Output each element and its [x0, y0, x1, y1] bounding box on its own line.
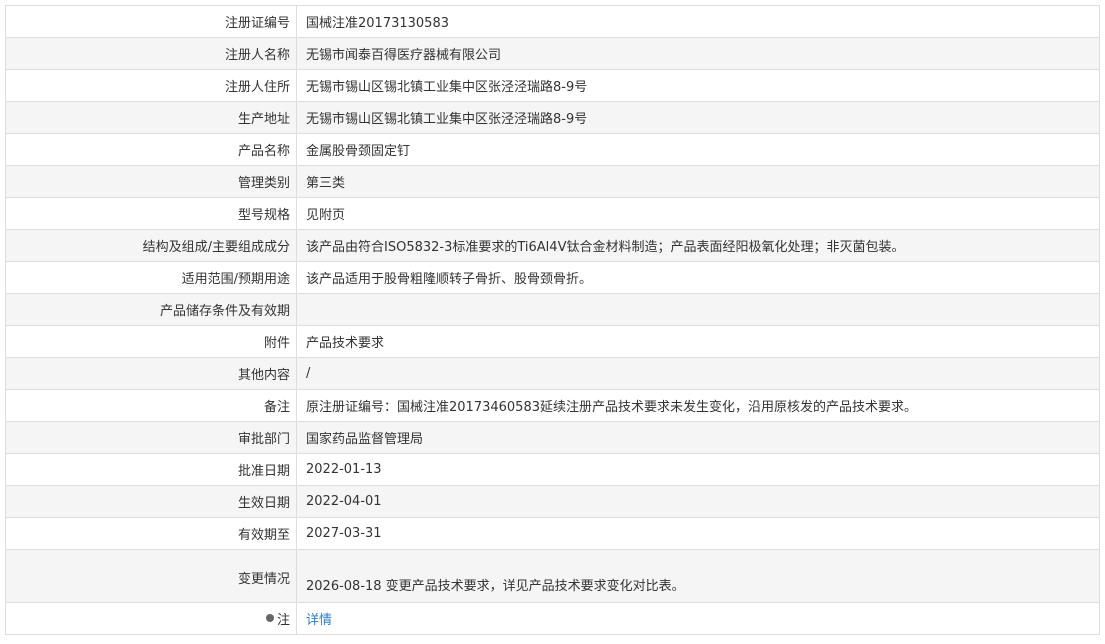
- label-note: 注: [6, 603, 297, 634]
- note-label: 注: [276, 613, 290, 628]
- label-registrant-address: 注册人住所: [6, 70, 297, 101]
- row-approval-date: 批准日期 2022-01-13: [6, 454, 1100, 486]
- row-change-history: 变更情况 2026-08-18 变更产品技术要求，详见产品技术要求变化对比表。: [6, 550, 1100, 603]
- label-intended-use: 适用范围/预期用途: [6, 262, 297, 293]
- row-management-category: 管理类别 第三类: [6, 166, 1100, 198]
- details-link[interactable]: 详情: [306, 609, 332, 628]
- row-note: 注 详情: [6, 603, 1100, 635]
- value-change-history: 2026-08-18 变更产品技术要求，详见产品技术要求变化对比表。: [306, 579, 685, 594]
- row-remarks: 备注 原注册证编号：国械注准20173460583延续注册产品技术要求未发生变化…: [6, 390, 1100, 422]
- label-valid-until: 有效期至: [6, 518, 297, 549]
- label-product-name: 产品名称: [6, 134, 297, 165]
- row-storage-validity: 产品储存条件及有效期: [6, 294, 1100, 326]
- row-attachment: 附件 产品技术要求: [6, 326, 1100, 358]
- value-model-spec: 见附页: [306, 208, 346, 223]
- label-effective-date: 生效日期: [6, 486, 297, 517]
- value-product-name: 金属股骨颈固定钉: [306, 144, 411, 159]
- label-approval-date: 批准日期: [6, 454, 297, 485]
- label-registration-number: 注册证编号: [6, 6, 297, 37]
- label-other-content: 其他内容: [6, 358, 297, 389]
- row-production-address: 生产地址 无锡市锡山区锡北镇工业集中区张泾泾瑞路8-9号: [6, 102, 1100, 134]
- label-model-spec: 型号规格: [6, 198, 297, 229]
- value-registrant-address: 无锡市锡山区锡北镇工业集中区张泾泾瑞路8-9号: [306, 80, 588, 95]
- value-attachment: 产品技术要求: [306, 336, 385, 351]
- value-structure-composition: 该产品由符合ISO5832-3标准要求的Ti6Al4V钛合金材料制造；产品表面经…: [306, 240, 905, 255]
- row-registration-number: 注册证编号 国械注准20173130583: [6, 6, 1100, 38]
- value-valid-until: 2027-03-31: [306, 526, 382, 541]
- row-registrant-address: 注册人住所 无锡市锡山区锡北镇工业集中区张泾泾瑞路8-9号: [6, 70, 1100, 102]
- pin-icon: [265, 613, 274, 622]
- row-registrant-name: 注册人名称 无锡市闻泰百得医疗器械有限公司: [6, 38, 1100, 70]
- value-approval-department: 国家药品监督管理局: [306, 432, 424, 447]
- value-note: 详情: [297, 603, 1099, 634]
- label-production-address: 生产地址: [6, 102, 297, 133]
- row-other-content: 其他内容 /: [6, 358, 1100, 390]
- row-effective-date: 生效日期 2022-04-01: [6, 486, 1100, 518]
- value-registrant-name: 无锡市闻泰百得医疗器械有限公司: [306, 48, 502, 63]
- label-registrant-name: 注册人名称: [6, 38, 297, 69]
- registration-detail-table: 注册证编号 国械注准20173130583 注册人名称 无锡市闻泰百得医疗器械有…: [5, 5, 1100, 635]
- label-remarks: 备注: [6, 390, 297, 421]
- row-intended-use: 适用范围/预期用途 该产品适用于股骨粗隆顺转子骨折、股骨颈骨折。: [6, 262, 1100, 294]
- value-other-content: /: [306, 366, 311, 381]
- value-effective-date: 2022-04-01: [306, 494, 382, 509]
- value-remarks: 原注册证编号：国械注准20173460583延续注册产品技术要求未发生变化，沿用…: [306, 400, 917, 415]
- row-model-spec: 型号规格 见附页: [6, 198, 1100, 230]
- value-management-category: 第三类: [306, 176, 346, 191]
- value-registration-number: 国械注准20173130583: [306, 16, 449, 31]
- value-approval-date: 2022-01-13: [306, 462, 382, 477]
- row-valid-until: 有效期至 2027-03-31: [6, 518, 1100, 550]
- label-change-history: 变更情况: [6, 550, 297, 602]
- value-storage-validity: [297, 294, 1099, 325]
- label-attachment: 附件: [6, 326, 297, 357]
- row-approval-department: 审批部门 国家药品监督管理局: [6, 422, 1100, 454]
- row-structure-composition: 结构及组成/主要组成成分 该产品由符合ISO5832-3标准要求的Ti6Al4V…: [6, 230, 1100, 262]
- label-approval-department: 审批部门: [6, 422, 297, 453]
- value-production-address: 无锡市锡山区锡北镇工业集中区张泾泾瑞路8-9号: [306, 112, 588, 127]
- label-structure-composition: 结构及组成/主要组成成分: [6, 230, 297, 261]
- label-management-category: 管理类别: [6, 166, 297, 197]
- value-intended-use: 该产品适用于股骨粗隆顺转子骨折、股骨颈骨折。: [306, 272, 593, 287]
- row-product-name: 产品名称 金属股骨颈固定钉: [6, 134, 1100, 166]
- label-storage-validity: 产品储存条件及有效期: [6, 294, 297, 325]
